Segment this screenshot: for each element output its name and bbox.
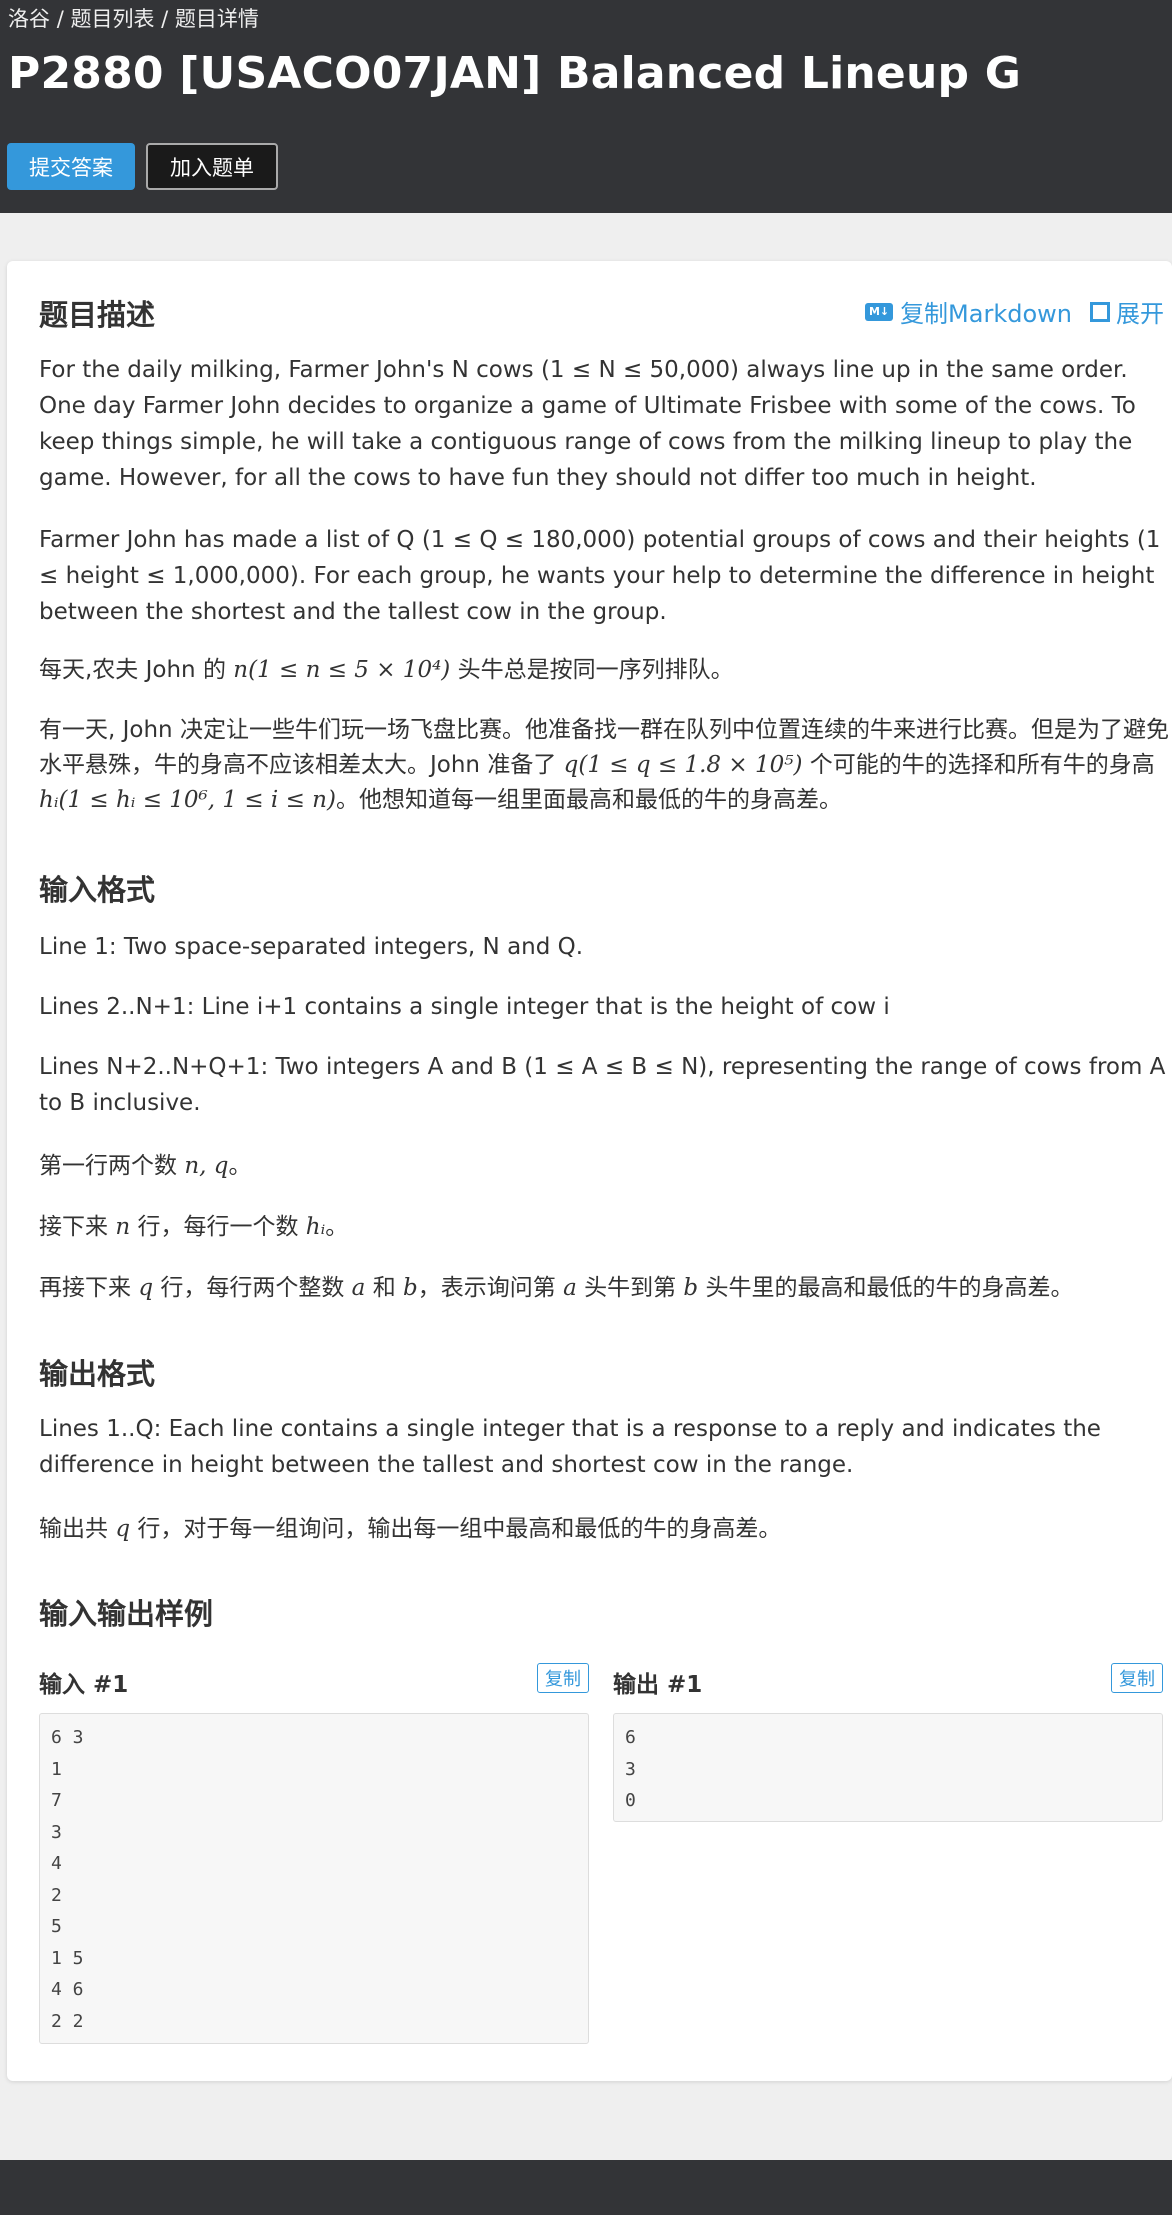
math-expression: q [115,1516,131,1542]
breadcrumb-home[interactable]: 洛谷 [8,7,50,31]
math-expression: hᵢ(1 ≤ hᵢ ≤ 10⁶, 1 ≤ i ≤ n) [39,787,336,813]
input-format-line: Lines 2..N+1: Line i+1 contains a single… [39,994,890,1020]
problem-tools: M↓ 复制Markdown 展开 [865,294,1164,329]
breadcrumb-separator: / [56,7,64,31]
input-format-cn: 接下来 n 行，每行一个数 hᵢ。 [39,1209,348,1245]
copy-markdown-label: 复制Markdown [900,300,1072,328]
output-format-heading: 输出格式 [39,1357,156,1391]
text: 行，对于每一组询问，输出每一组中最高和最低的牛的身高差。 [130,1516,782,1542]
text: 头牛里的最高和最低的牛的身高差。 [698,1275,1074,1301]
copy-output-button[interactable]: 复制 [1111,1663,1163,1693]
text: 。他想知道每一组里面最高和最低的牛的身高差。 [335,787,842,813]
math-expression: a [563,1275,577,1301]
expand-icon [1090,301,1110,322]
text: 头牛到第 [576,1275,684,1301]
text: 输出共 [39,1516,116,1542]
input-format-cn: 第一行两个数 n, q。 [39,1148,251,1184]
description-paragraph-cn: 有一天, John 决定让一些牛们玩一场飞盘比赛。他准备找一群在队列中位置连续的… [39,713,1172,818]
text: 第一行两个数 [39,1153,185,1179]
sample-input-header: 输入 #1 复制 [39,1663,589,1698]
markdown-icon: M↓ [865,302,894,321]
input-format-line: Line 1: Two space-separated integers, N … [39,934,584,960]
input-format-line: Lines N+2..N+Q+1: Two integers A and B (… [39,1054,1166,1116]
page-title: P2880 [USACO07JAN] Balanced Lineup G [8,48,1022,99]
math-expression: n, q [184,1153,229,1179]
math-expression: b [403,1275,418,1301]
text: 每天,农夫 John 的 [39,657,234,683]
samples-heading: 输入输出样例 [39,1597,214,1631]
text: 。 [325,1214,349,1240]
sample-output-code[interactable]: 6 3 0 [613,1713,1163,1822]
sample-output: 输出 #1 复制 6 3 0 [613,1663,1163,1822]
output-format-line: Lines 1..Q: Each line contains a single … [39,1416,1101,1478]
text: 个可能的牛的选择和所有牛的身高 [802,752,1155,778]
page-header: 洛谷 / 题目列表 / 题目详情 P2880 [USACO07JAN] Bala… [0,0,1172,213]
math-expression: n [115,1214,131,1240]
text: 和 [365,1275,404,1301]
math-expression: a [351,1275,366,1301]
text: 接下来 [39,1214,116,1240]
sample-input-code[interactable]: 6 3 1 7 3 4 2 5 1 5 4 6 2 2 [39,1713,589,2044]
math-expression: n(1 ≤ n ≤ 5 × 10⁴) [233,657,451,683]
sample-input-label: 输入 #1 [39,1672,129,1698]
math-expression: hᵢ [305,1214,326,1240]
copy-input-button[interactable]: 复制 [537,1663,589,1693]
breadcrumb-separator: / [161,7,169,31]
page-footer [0,2160,1172,2215]
description-paragraph: Farmer John has made a list of Q (1 ≤ Q … [39,527,1161,625]
math-expression: b [683,1275,699,1301]
input-format-cn: 再接下来 q 行，每行两个整数 a 和 b，表示询问第 a 头牛到第 b 头牛里… [39,1270,1073,1306]
text: 行，每行两个整数 [153,1275,352,1301]
math-expression: q [138,1275,154,1301]
math-expression: q(1 ≤ q ≤ 1.8 × 10⁵) [563,752,803,778]
problem-card: M↓ 复制Markdown 展开 题目描述 For the daily milk… [7,261,1172,2081]
breadcrumb: 洛谷 / 题目列表 / 题目详情 [8,3,259,33]
action-buttons: 提交答案 加入题单 [7,143,278,190]
text: 。 [228,1153,252,1179]
description-paragraph: For the daily milking, Farmer John's N c… [39,357,1136,491]
breadcrumb-current: 题目详情 [174,7,259,31]
output-format-cn: 输出共 q 行，对于每一组询问，输出每一组中最高和最低的牛的身高差。 [39,1511,781,1547]
sample-output-header: 输出 #1 复制 [613,1663,1163,1698]
description-heading: 题目描述 [39,298,156,332]
sample-output-label: 输出 #1 [613,1672,703,1698]
submit-answer-button[interactable]: 提交答案 [7,143,135,190]
copy-markdown-button[interactable]: M↓ 复制Markdown [865,294,1072,329]
text: 行，每行一个数 [130,1214,306,1240]
breadcrumb-problem-list[interactable]: 题目列表 [70,7,154,31]
description-paragraph-cn: 每天,农夫 John 的 n(1 ≤ n ≤ 5 × 10⁴) 头牛总是按同一序… [39,652,1169,688]
expand-label: 展开 [1116,300,1164,328]
text: 头牛总是按同一序列排队。 [450,657,734,683]
sample-input: 输入 #1 复制 6 3 1 7 3 4 2 5 1 5 4 6 2 2 [39,1663,589,2044]
add-to-list-button[interactable]: 加入题单 [146,143,278,190]
expand-button[interactable]: 展开 [1090,294,1164,329]
input-format-heading: 输入格式 [39,873,156,907]
text: 再接下来 [39,1275,139,1301]
text: ，表示询问第 [417,1275,564,1301]
